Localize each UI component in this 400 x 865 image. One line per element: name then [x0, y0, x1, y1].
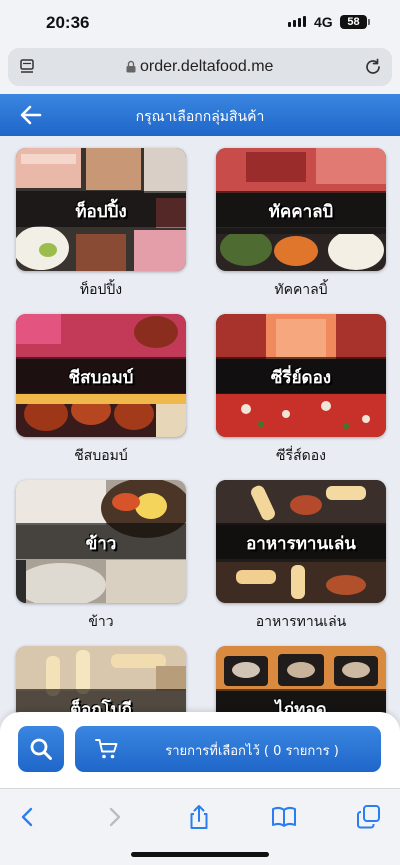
tabs-icon[interactable]	[355, 803, 383, 831]
reload-icon[interactable]	[364, 58, 382, 76]
category-image[interactable]: ท็อปปิ้ง	[16, 148, 186, 271]
category-image[interactable]: ชีสบอมบ์	[16, 314, 186, 437]
battery-icon: 58	[340, 15, 370, 29]
category-image[interactable]: ข้าว	[16, 480, 186, 603]
home-indicator	[131, 852, 269, 857]
category-label: ข้าว	[88, 614, 114, 630]
category-banner: อาหารทานเล่น	[216, 523, 386, 559]
category-card-topping[interactable]: ท็อปปิ้ง ท็อปปิ้ง	[16, 148, 186, 301]
book-icon[interactable]	[270, 803, 298, 831]
url-text[interactable]: order.deltafood.me	[140, 58, 273, 76]
category-label: ทัคคาลบิ้	[274, 282, 328, 298]
share-icon[interactable]	[185, 803, 213, 831]
cart-icon	[95, 739, 118, 759]
search-icon	[30, 738, 52, 760]
category-label: อาหารทานเล่น	[255, 614, 347, 630]
page-header: กรุณาเลือกกลุ่มสินค้า	[0, 94, 400, 136]
category-card-snacks[interactable]: อาหารทานเล่น อาหารทานเล่น	[216, 480, 386, 633]
selected-items-button[interactable]: รายการที่เลือกไว้ ( 0 รายการ )	[75, 726, 381, 772]
category-image[interactable]: ซีรี่ย์ดอง	[216, 314, 386, 437]
category-banner: ทัคคาลบิ	[216, 191, 386, 227]
category-image[interactable]: ทัคคาลบิ	[216, 148, 386, 271]
category-label: ชีสบอมบ์	[74, 448, 128, 464]
selected-items-label: รายการที่เลือกไว้ ( 0 รายการ )	[165, 744, 339, 759]
category-label: ซีรี่ส์ดอง	[276, 448, 326, 464]
network-type: 4G	[314, 14, 333, 30]
category-label: ท็อปปิ้ง	[79, 282, 123, 298]
category-image[interactable]: อาหารทานเล่น	[216, 480, 386, 603]
status-bar: 20:36 4G 58	[0, 0, 400, 46]
category-card-pickled[interactable]: ซีรี่ย์ดอง ซีรี่ส์ดอง	[216, 314, 386, 467]
status-time: 20:36	[46, 13, 90, 32]
bottom-action-panel: รายการที่เลือกไว้ ( 0 รายการ )	[0, 712, 400, 788]
category-card-cheese-bomb[interactable]: ชีสบอมบ์ ชีสบอมบ์	[16, 314, 186, 467]
chevron-left-icon[interactable]	[14, 803, 42, 831]
address-bar[interactable]: order.deltafood.me	[8, 48, 392, 86]
category-banner: ซีรี่ย์ดอง	[216, 357, 386, 393]
lock-icon	[126, 60, 136, 73]
signal-icon	[288, 16, 306, 27]
chevron-right-icon[interactable]	[100, 803, 128, 831]
category-grid: ท็อปปิ้ง ท็อปปิ้ง ทัคคาลบิ ทัคคาลบิ้ ชีส…	[0, 136, 400, 736]
category-banner: ข้าว	[16, 523, 186, 559]
category-banner: ท็อปปิ้ง	[16, 191, 186, 227]
browser-address-area: order.deltafood.me	[0, 46, 400, 94]
category-banner: ชีสบอมบ์	[16, 357, 186, 393]
reader-icon[interactable]	[20, 59, 34, 75]
page-title: กรุณาเลือกกลุ่มสินค้า	[135, 109, 265, 125]
category-card-dakgalbi[interactable]: ทัคคาลบิ ทัคคาลบิ้	[216, 148, 386, 301]
category-card-rice[interactable]: ข้าว ข้าว	[16, 480, 186, 633]
search-button[interactable]	[18, 726, 64, 772]
